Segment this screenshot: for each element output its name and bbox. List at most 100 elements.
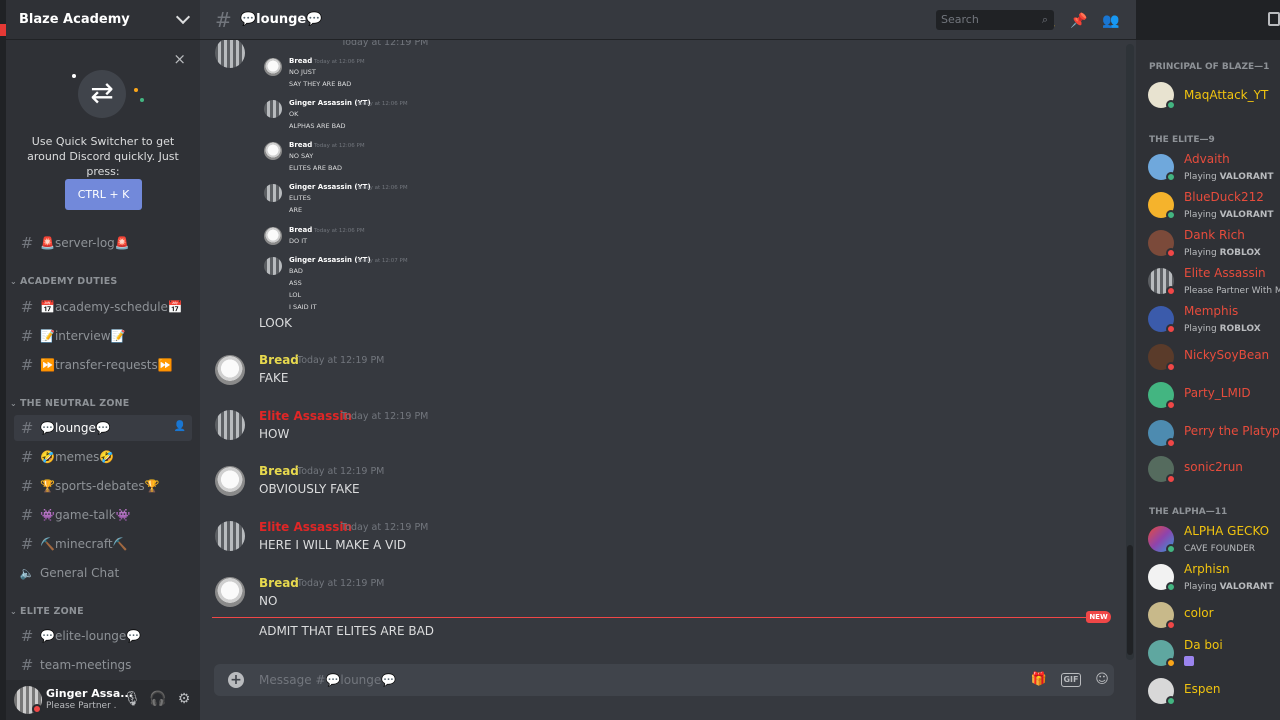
member-activity: Please Partner With Me [1184,286,1280,296]
upload-plus-icon[interactable]: + [228,672,244,688]
channel-label: team-meetings [40,658,132,672]
message-input[interactable] [259,670,959,690]
speaker-icon: 🔈 [19,566,35,580]
status-online-icon [1166,582,1176,592]
channel-sports-debates[interactable]: # 🏆sports-debates🏆 [14,473,192,499]
member-item[interactable]: Elite Assassin Please Partner With Me [1148,264,1280,300]
channel-sidebar: Blaze Academy × ⇄ Use Quick Switcher to … [6,0,200,720]
status-idle-icon [1166,658,1176,668]
message-text: ADMIT THAT ELITES ARE BAD [259,624,435,638]
user-panel: Ginger Assa... Please Partner ... 🎙 🎧 ⚙ [6,680,200,720]
member-item[interactable]: ALPHA GECKO CAVE FOUNDER [1148,522,1280,558]
channel-title: 💬lounge💬 [240,12,323,27]
message-author[interactable]: Elite Assassin [259,520,352,534]
member-activity: CAVE FOUNDER [1184,544,1256,554]
member-name: NickySoyBean [1184,348,1270,362]
hashtag-icon: # [20,656,34,674]
invite-member-icon[interactable]: 👤 [174,421,186,432]
status-dnd-icon [1166,286,1176,296]
member-item[interactable]: Arphisn Playing VALORANT [1148,560,1280,596]
avatar[interactable] [215,521,245,551]
hashtag-icon: # [20,356,34,374]
attached-screenshot[interactable]: Bread Today at 12:06 PM NO JUST SAY THEY… [260,48,420,318]
server-header[interactable]: Blaze Academy [6,0,200,40]
quick-switcher-icon: ⇄ [78,70,126,118]
member-list-icon[interactable]: 👥 [1102,12,1120,30]
emoji-icon[interactable]: ☺ [1093,671,1111,689]
member-name: Advaith [1184,152,1230,166]
category-academy-duties[interactable]: ⌄ ACADEMY DUTIES [10,276,117,287]
avatar [264,184,282,202]
member-group-title: PRINCIPAL OF BLAZE—1 [1149,62,1270,72]
message-composer: + 🎁 GIF ☺ [214,664,1114,696]
quick-switcher-shortcut-button[interactable]: CTRL + K [65,179,142,210]
category-elite-zone[interactable]: ⌄ ELITE ZONE [10,606,84,617]
avatar[interactable] [215,410,245,440]
member-item[interactable]: Da boi [1148,636,1280,672]
channel-interview[interactable]: # 📝interview📝 [14,323,192,349]
status-dnd-icon [32,704,42,714]
message-author[interactable]: Bread [259,576,299,590]
scrollbar-thumb[interactable] [1127,545,1133,655]
microphone-icon[interactable]: 🎙 [122,689,142,709]
member-item[interactable]: BlueDuck212 Playing VALORANT [1148,188,1280,224]
message-author[interactable]: Bread [259,353,299,367]
member-item[interactable]: sonic2run [1148,452,1280,488]
message-author[interactable]: Elite Assassin [259,409,352,423]
status-online-icon [1166,172,1176,182]
chevron-down-icon[interactable] [175,9,191,25]
channel-transfer-requests[interactable]: # ⏩transfer-requests⏩ [14,352,192,378]
message-author[interactable]: Bread [259,464,299,478]
channel-game-talk[interactable]: # 👾game-talk👾 [14,502,192,528]
gif-button[interactable]: GIF [1061,673,1081,687]
member-item[interactable]: Memphis Playing ROBLOX [1148,302,1280,338]
member-item[interactable]: NickySoyBean [1148,340,1280,376]
avatar[interactable] [215,466,245,496]
avatar[interactable] [215,577,245,607]
channel-team-meetings[interactable]: # team-meetings [14,652,192,678]
new-messages-divider [212,617,1110,618]
channel-elite-lounge[interactable]: # 💬elite-lounge💬 [14,623,192,649]
member-name: ALPHA GECKO [1184,524,1270,538]
channel-academy-schedule[interactable]: # 📅academy-schedule📅 [14,294,192,320]
member-item[interactable]: Dank Rich Playing ROBLOX [1148,226,1280,262]
member-item[interactable]: MaqAttack_YT [1148,78,1280,114]
avatar[interactable] [215,355,245,385]
message-timestamp: Today at 12:19 PM [297,466,385,477]
member-item[interactable]: Advaith Playing VALORANT [1148,150,1280,186]
member-name: Elite Assassin [1184,266,1266,280]
member-item[interactable]: color [1148,598,1280,634]
status-online-icon [1166,544,1176,554]
avatar [264,227,282,245]
search-input[interactable]: Search ⌕ [936,10,1054,30]
category-neutral-zone[interactable]: ⌄ THE NEUTRAL ZONE [10,398,130,409]
message-text: OBVIOUSLY FAKE [259,482,360,496]
channel-label: 👾game-talk👾 [40,508,131,522]
member-item[interactable]: Espen [1148,674,1280,710]
message-text: NO [259,594,278,608]
member-item[interactable]: Party_LMID [1148,378,1280,414]
voice-channel-general-chat[interactable]: 🔈 General Chat [14,560,192,586]
channel-label: ⏩transfer-requests⏩ [40,358,173,372]
chevron-down-icon: ⌄ [10,607,17,616]
channel-server-log[interactable]: # 🚨server-log🚨 [14,230,192,256]
member-name: Perry the Platypus [1184,424,1280,438]
avatar [264,58,282,76]
headphones-icon[interactable]: 🎧 [148,689,168,709]
channel-minecraft[interactable]: # ⛏️minecraft⛏️ [14,531,192,557]
inbox-icon[interactable] [1268,12,1280,26]
member-item[interactable]: Perry the Platypus [1148,416,1280,452]
status-online-icon [1166,696,1176,706]
gear-icon[interactable]: ⚙ [174,689,194,709]
member-name: Espen [1184,682,1221,696]
gift-icon[interactable]: 🎁 [1030,671,1048,689]
message-timestamp: Today at 12:19 PM [297,355,385,366]
avatar[interactable] [215,40,245,68]
channel-label: ⛏️minecraft⛏️ [40,537,128,551]
channel-lounge[interactable]: # 💬lounge💬 👤 [14,415,192,441]
close-icon[interactable]: × [173,52,186,67]
channel-label: 📅academy-schedule📅 [40,300,183,314]
sparkle-icon [134,88,138,92]
pin-icon[interactable]: 📌 [1070,12,1088,30]
channel-memes[interactable]: # 🤣memes🤣 [14,444,192,470]
